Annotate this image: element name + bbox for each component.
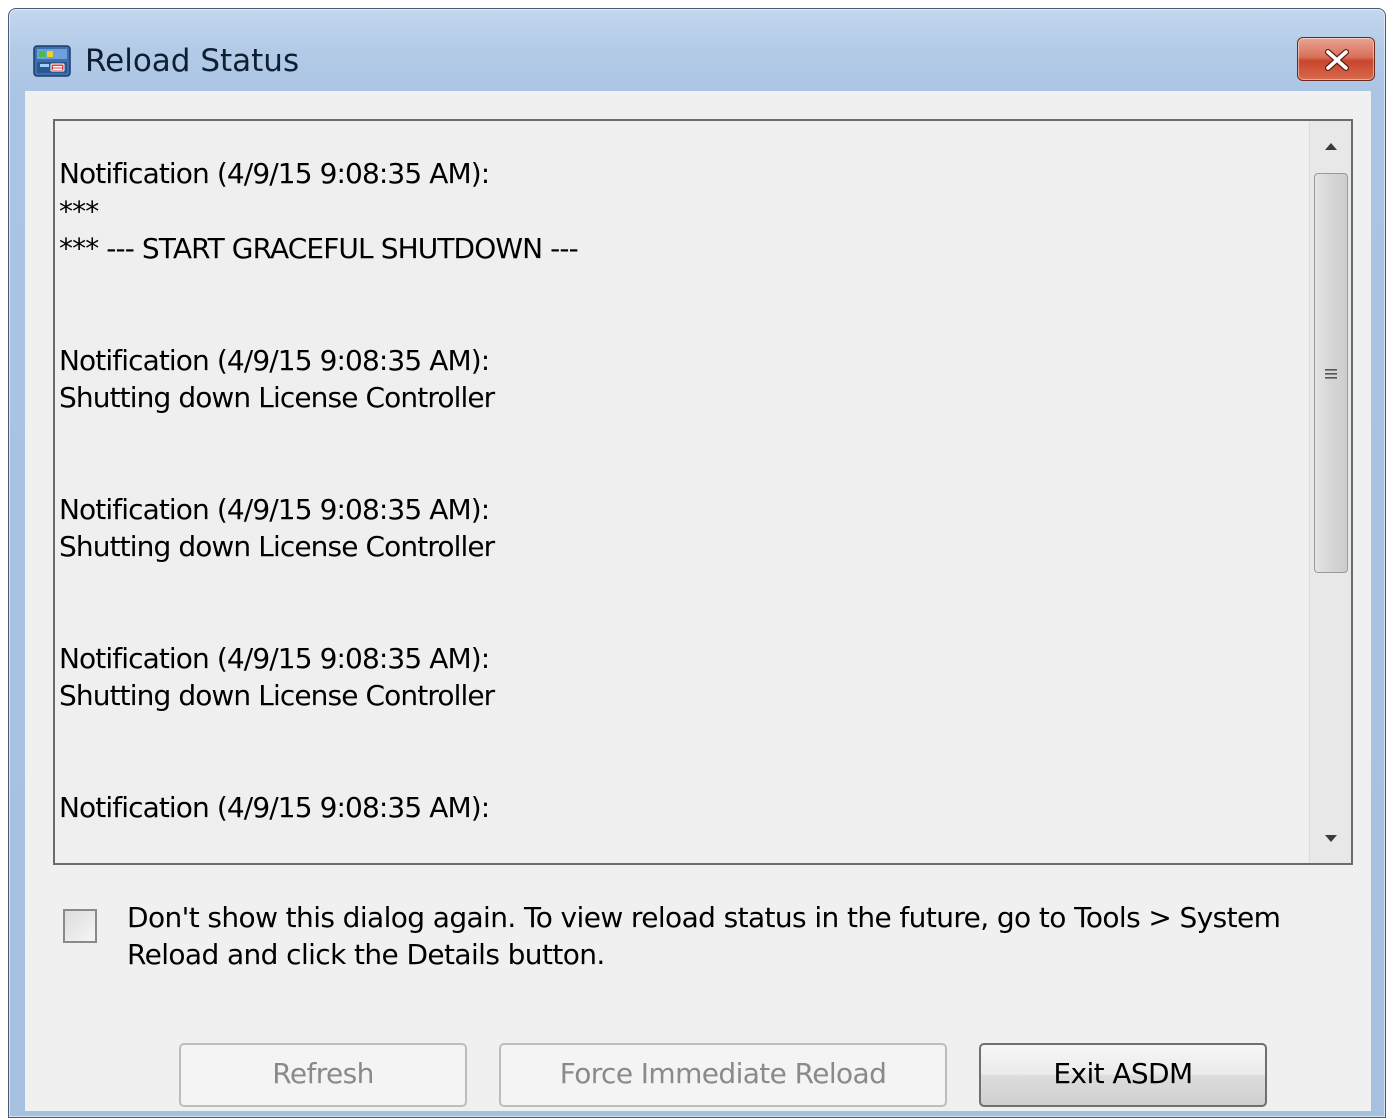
log-entry: Notification (4/9/15 9:08:35 AM): *** *** … <box>59 155 1319 268</box>
window-title: Reload Status <box>85 43 300 79</box>
reload-status-dialog: Reload Status Notification (4/9/15 9:08:… <box>8 8 1386 1118</box>
log-entry-line: Shutting down License Controller <box>59 381 495 414</box>
vertical-scrollbar[interactable] <box>1309 121 1351 863</box>
log-entry: Notification (4/9/15 9:08:35 AM): Shuttin… <box>59 491 1319 566</box>
scroll-up-button[interactable] <box>1310 121 1351 169</box>
scroll-down-button[interactable] <box>1310 815 1351 863</box>
log-entry-header: Notification (4/9/15 9:08:35 AM): <box>59 492 490 526</box>
log-content: Notification (4/9/15 9:08:35 AM): *** *** … <box>59 155 1319 863</box>
refresh-button[interactable]: Refresh <box>179 1043 467 1107</box>
dont-show-again-label[interactable]: Don't show this dialog again. To view re… <box>127 899 1307 973</box>
log-entry-header: Notification (4/9/15 9:08:35 AM): <box>59 157 490 190</box>
dont-show-again-checkbox[interactable] <box>63 909 97 943</box>
status-log[interactable]: Notification (4/9/15 9:08:35 AM): *** *** … <box>53 119 1353 865</box>
log-entry-line: *** <box>59 194 99 228</box>
log-entry: Notification (4/9/15 9:08:35 AM): <box>59 789 1319 827</box>
log-entry-header: Notification (4/9/15 9:08:35 AM): <box>59 790 490 824</box>
force-immediate-reload-button[interactable]: Force Immediate Reload <box>499 1043 947 1107</box>
dialog-client-area: Notification (4/9/15 9:08:35 AM): *** *** … <box>25 91 1371 1111</box>
log-entry: Notification (4/9/15 9:08:35 AM): Shuttin… <box>59 342 1319 417</box>
log-entry-header: Notification (4/9/15 9:08:35 AM): <box>59 343 490 377</box>
log-entry-line: Shutting down License Controller <box>59 530 495 563</box>
log-entry: Notification (4/9/15 9:08:35 AM): Shuttin… <box>59 640 1319 715</box>
asdm-app-icon <box>33 43 73 79</box>
log-entry-line: *** --- START GRACEFUL SHUTDOWN --- <box>59 232 579 265</box>
arrow-down-icon <box>1310 835 1351 863</box>
title-bar[interactable]: Reload Status <box>9 9 1385 95</box>
close-button[interactable] <box>1297 37 1375 81</box>
log-entry-line: Shutting down License Controller <box>59 679 495 712</box>
notice-line-1: Don't show this dialog again. To view re… <box>127 901 1281 934</box>
log-entry-header: Notification (4/9/15 9:08:35 AM): <box>59 641 490 675</box>
notice-line-2: Reload and click the Details button. <box>127 938 605 971</box>
arrow-up-icon <box>1310 143 1351 173</box>
scroll-thumb[interactable] <box>1314 173 1348 573</box>
exit-asdm-button[interactable]: Exit ASDM <box>979 1043 1267 1107</box>
grip-icon <box>1324 366 1338 380</box>
